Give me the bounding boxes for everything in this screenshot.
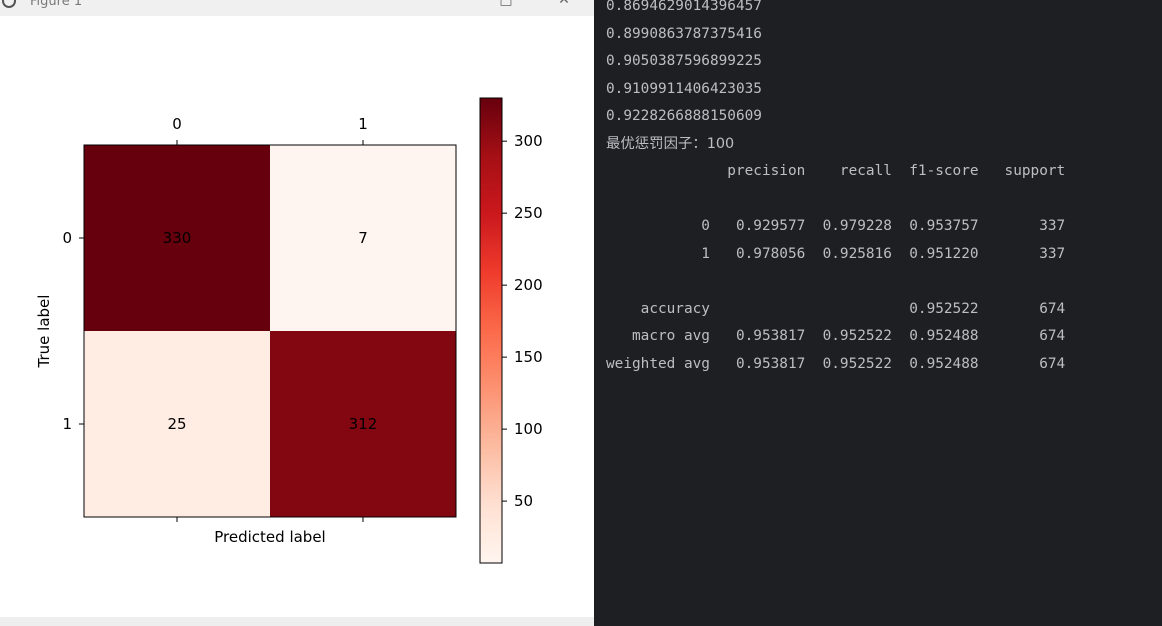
figure-statusbar (0, 617, 594, 626)
cell-value-label: 312 (349, 415, 378, 433)
terminal-line: precision recall f1-score support (606, 163, 1066, 179)
confusion-matrix-plot: 330 7 25 312 0 1 0 1 Predicted label True label 50… (35, 97, 543, 564)
x-axis-label: Predicted label (214, 528, 325, 546)
y-tick-label: 0 (62, 229, 72, 247)
terminal-output[interactable]: 0.8694629014396457 0.8990863787375416 0.90… (594, 0, 1162, 626)
terminal-line: 0.9109911406423035 (606, 80, 762, 97)
colorbar-tick-label: 100 (514, 420, 543, 438)
terminal-line: accuracy 0.952522 674 (606, 300, 1066, 317)
cell-value-label: 330 (163, 229, 192, 247)
terminal-line: 0 0.929577 0.979228 0.953757 337 (606, 218, 1066, 234)
x-tick-label: 1 (358, 115, 368, 133)
terminal-line: 1 0.978056 0.925816 0.951220 337 (606, 245, 1066, 262)
x-tick-label: 0 (172, 115, 182, 133)
terminal-line: weighted avg 0.953817 0.952522 0.952488 … (606, 355, 1066, 372)
colorbar-tick-label: 300 (514, 132, 543, 150)
y-tick-label: 1 (62, 415, 72, 433)
colorbar (479, 97, 503, 564)
terminal-line: 0.8694629014396457 (606, 0, 762, 14)
cell-value-label: 25 (167, 415, 186, 433)
terminal-line: 0.9050387596899225 (606, 53, 762, 69)
colorbar-tick-label: 150 (514, 348, 543, 366)
colorbar-tick-label: 50 (514, 492, 533, 510)
y-axis-label: True label (35, 295, 53, 369)
colorbar-tick-label: 200 (514, 276, 543, 294)
terminal-line: 0.8990863787375416 (606, 25, 762, 42)
terminal-line: 0.9228266888150609 (606, 108, 762, 124)
terminal-line: 最优惩罚因子：100 (606, 135, 735, 152)
cell-value-label: 7 (358, 229, 368, 247)
terminal-line: macro avg 0.953817 0.952522 0.952488 674 (606, 328, 1066, 344)
figure-window: Figure 1 □ ✕ 330 7 25 312 0 1 0 1 Predicted labe… (0, 0, 594, 626)
colorbar-tick-label: 250 (514, 204, 543, 222)
